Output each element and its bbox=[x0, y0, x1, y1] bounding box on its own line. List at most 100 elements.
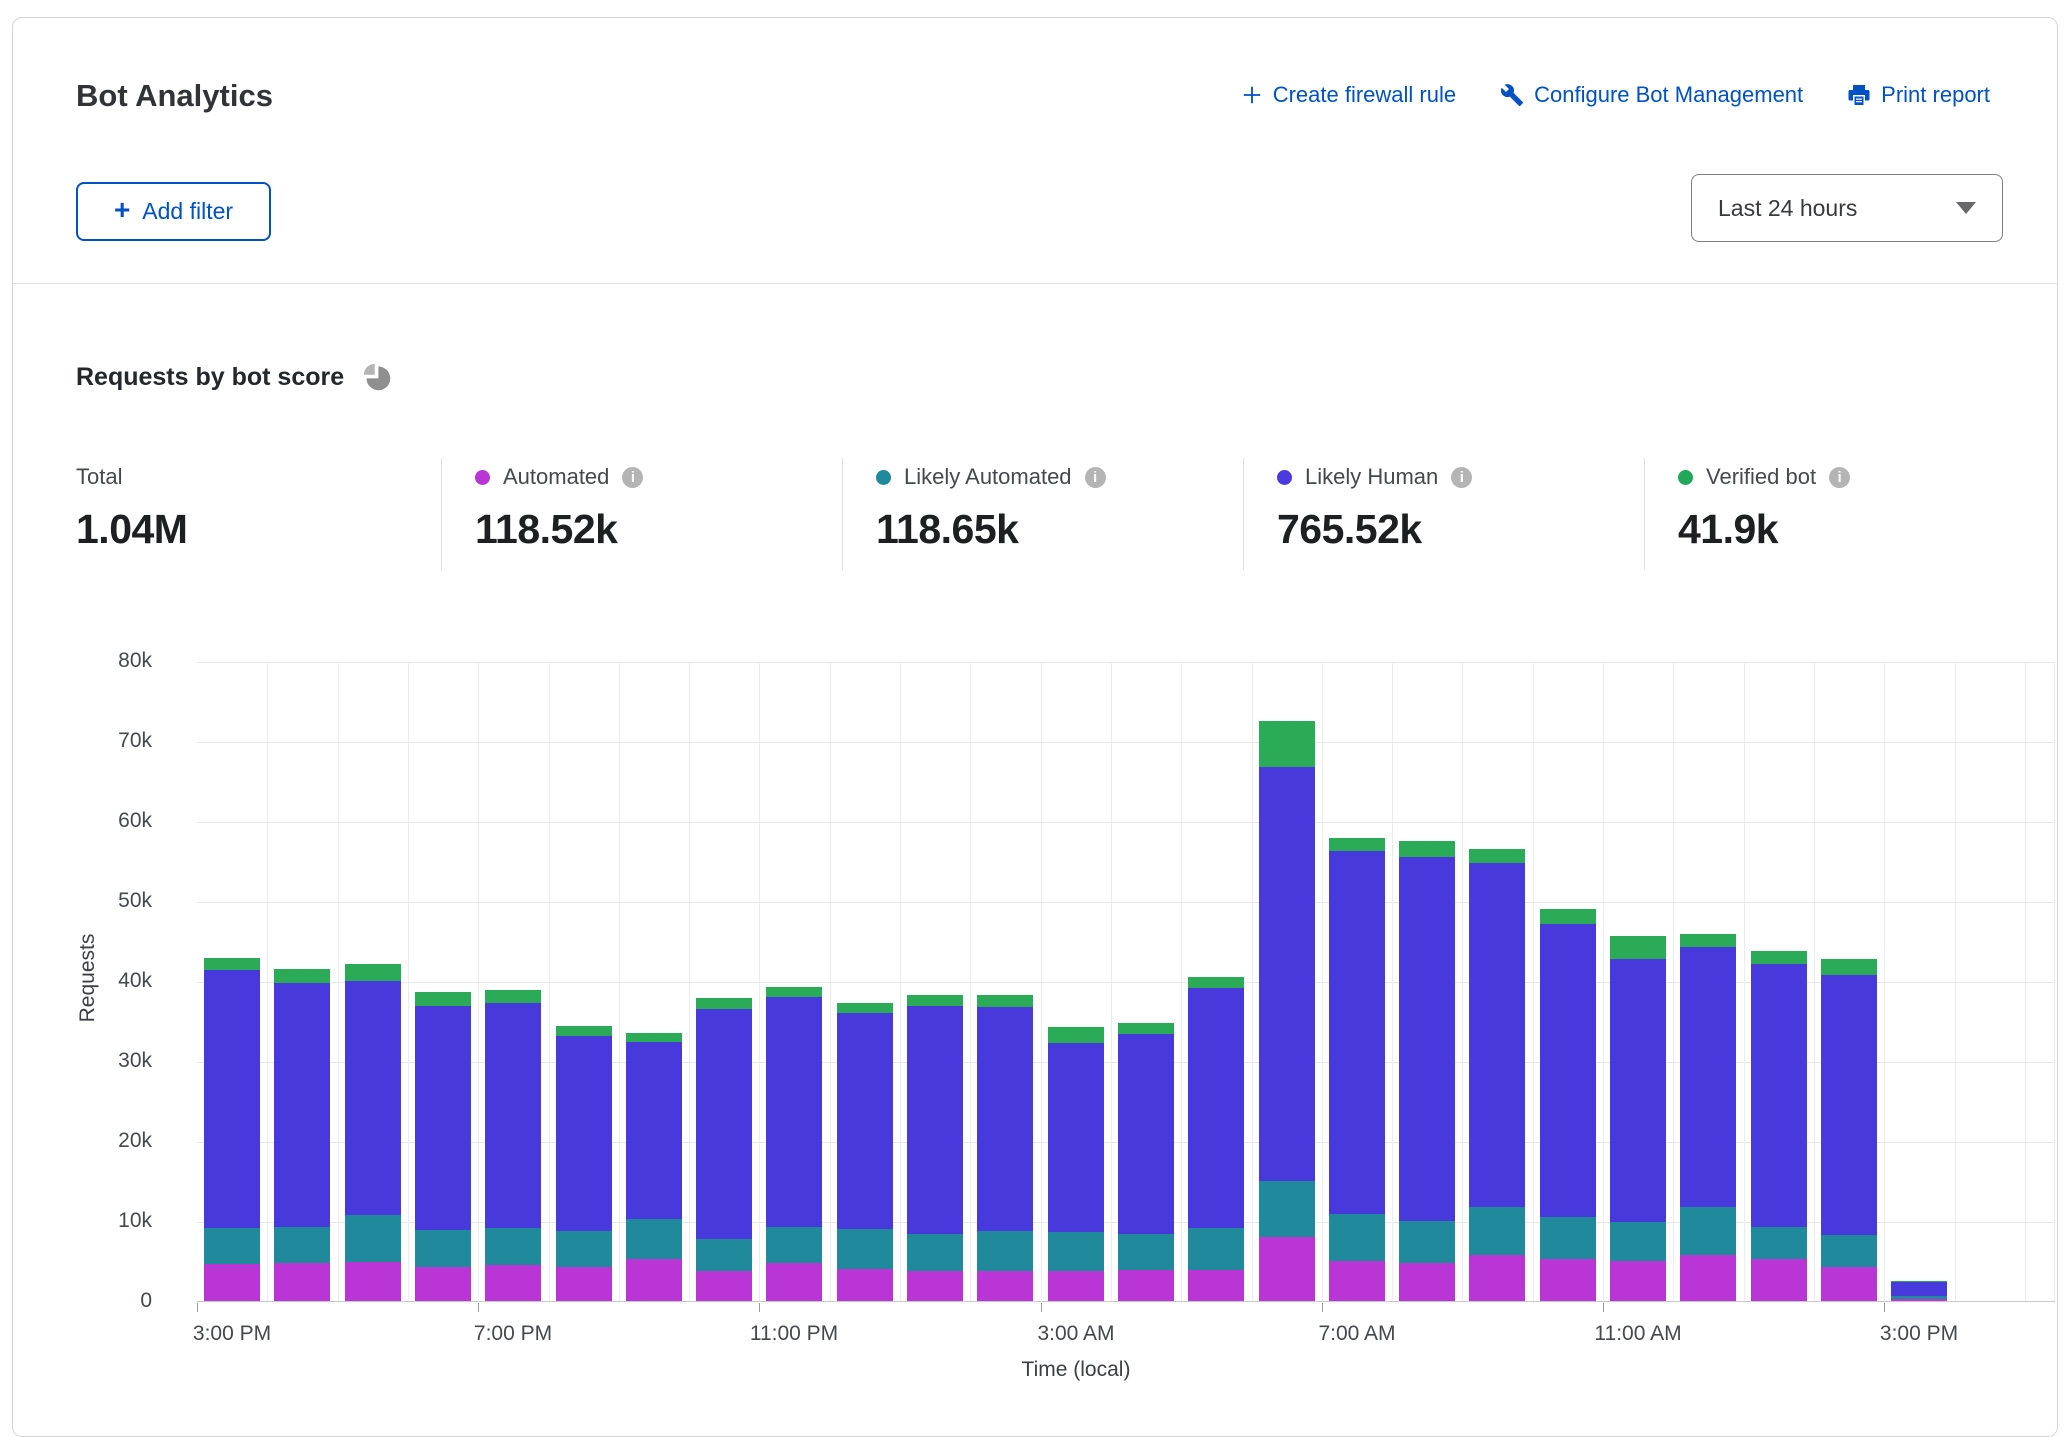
y-tick-label: 10k bbox=[57, 1209, 152, 1233]
bar-segment-likely-human bbox=[1751, 964, 1807, 1227]
stacked-bar-1000pm[interactable] bbox=[696, 998, 752, 1301]
gridline-vertical bbox=[900, 662, 901, 1301]
bar-segment-verified-bot bbox=[1048, 1027, 1104, 1042]
bar-segment-verified-bot bbox=[1680, 934, 1736, 948]
stat-label: Likely Human bbox=[1305, 464, 1438, 490]
info-icon[interactable]: i bbox=[1451, 467, 1472, 488]
stacked-bar-100am[interactable] bbox=[907, 995, 963, 1301]
stacked-bar-300am[interactable] bbox=[1048, 1027, 1104, 1301]
stacked-bar-200pm[interactable] bbox=[1821, 959, 1877, 1301]
stacked-bar-1100am[interactable] bbox=[1610, 936, 1666, 1301]
stacked-bar-1200am[interactable] bbox=[837, 1003, 893, 1301]
stat-likely-automated: Likely Automatedi118.65k bbox=[842, 458, 1243, 570]
bar-segment-likely-human bbox=[1680, 947, 1736, 1207]
gridline-vertical bbox=[619, 662, 620, 1301]
bar-segment-verified-bot bbox=[1610, 936, 1666, 959]
gridline-horizontal bbox=[197, 742, 2055, 743]
gridline-vertical bbox=[970, 662, 971, 1301]
x-tick-label: 3:00 AM bbox=[996, 1322, 1156, 1346]
x-tick-label: 3:00 PM bbox=[152, 1322, 312, 1346]
gridline-vertical bbox=[1603, 662, 1604, 1301]
bar-segment-likely-automated bbox=[977, 1231, 1033, 1271]
bar-segment-likely-human bbox=[1891, 1282, 1947, 1296]
bar-segment-likely-human bbox=[1821, 975, 1877, 1234]
bar-segment-automated bbox=[556, 1267, 612, 1301]
stacked-bar-700am[interactable] bbox=[1329, 838, 1385, 1301]
bar-segment-likely-automated bbox=[1751, 1227, 1807, 1258]
info-icon[interactable]: i bbox=[622, 467, 643, 488]
gridline-vertical bbox=[1533, 662, 1534, 1301]
x-tick-label: 11:00 PM bbox=[714, 1322, 874, 1346]
stacked-bar-400pm[interactable] bbox=[274, 969, 330, 1301]
bar-segment-likely-automated bbox=[1610, 1222, 1666, 1261]
gridline-vertical bbox=[1462, 662, 1463, 1301]
bar-segment-verified-bot bbox=[485, 990, 541, 1003]
legend-dot-icon bbox=[876, 470, 891, 485]
gridline-vertical bbox=[1814, 662, 1815, 1301]
stacked-bar-600pm[interactable] bbox=[415, 992, 471, 1301]
plus-icon: + bbox=[114, 196, 130, 224]
y-tick-label: 80k bbox=[57, 649, 152, 673]
stacked-bar-300pm[interactable] bbox=[204, 958, 260, 1301]
gridline-vertical bbox=[689, 662, 690, 1301]
bar-segment-verified-bot bbox=[1329, 838, 1385, 852]
bar-segment-likely-human bbox=[837, 1013, 893, 1229]
stacked-bar-1000am[interactable] bbox=[1540, 909, 1596, 1301]
stacked-bar-300pm[interactable] bbox=[1891, 1281, 1947, 1301]
wrench-icon bbox=[1500, 83, 1524, 107]
stacked-bar-100pm[interactable] bbox=[1751, 951, 1807, 1301]
stacked-bar-600am[interactable] bbox=[1259, 721, 1315, 1301]
stacked-bar-900pm[interactable] bbox=[626, 1033, 682, 1301]
bar-segment-likely-human bbox=[204, 970, 260, 1228]
bar-segment-automated bbox=[977, 1271, 1033, 1301]
y-tick-label: 60k bbox=[57, 809, 152, 833]
printer-icon bbox=[1847, 83, 1871, 107]
stacked-bar-200am[interactable] bbox=[977, 995, 1033, 1301]
time-range-select[interactable]: Last 24 hours bbox=[1691, 174, 2003, 242]
legend-dot-icon bbox=[475, 470, 490, 485]
bar-segment-verified-bot bbox=[1469, 849, 1525, 863]
legend-dot-icon bbox=[1277, 470, 1292, 485]
x-axis-title: Time (local) bbox=[996, 1358, 1156, 1382]
bar-segment-likely-automated bbox=[556, 1231, 612, 1268]
gridline-vertical bbox=[1111, 662, 1112, 1301]
stacked-bar-400am[interactable] bbox=[1118, 1023, 1174, 1301]
stacked-bar-500am[interactable] bbox=[1188, 977, 1244, 1301]
bar-segment-likely-human bbox=[345, 981, 401, 1215]
bar-segment-automated bbox=[1329, 1261, 1385, 1301]
print-report-link[interactable]: Print report bbox=[1847, 82, 1990, 108]
bar-segment-verified-bot bbox=[907, 995, 963, 1005]
bar-segment-likely-automated bbox=[1821, 1235, 1877, 1268]
bar-segment-verified-bot bbox=[977, 995, 1033, 1006]
bar-segment-automated bbox=[907, 1271, 963, 1301]
add-filter-button[interactable]: + Add filter bbox=[76, 182, 271, 241]
info-icon[interactable]: i bbox=[1829, 467, 1850, 488]
time-range-value: Last 24 hours bbox=[1718, 195, 1956, 222]
stacked-bar-800pm[interactable] bbox=[556, 1026, 612, 1301]
stat-automated: Automatedi118.52k bbox=[441, 458, 842, 570]
stacked-bar-1100pm[interactable] bbox=[766, 987, 822, 1301]
legend-dot-icon bbox=[1678, 470, 1693, 485]
bar-segment-likely-automated bbox=[485, 1228, 541, 1265]
y-tick-label: 0 bbox=[57, 1289, 152, 1313]
plot-right-edge bbox=[2054, 662, 2055, 1301]
info-icon[interactable]: i bbox=[1085, 467, 1106, 488]
y-tick-label: 40k bbox=[57, 969, 152, 993]
bar-segment-likely-automated bbox=[766, 1227, 822, 1263]
bar-segment-automated bbox=[415, 1267, 471, 1301]
configure-bot-management-link[interactable]: Configure Bot Management bbox=[1500, 82, 1803, 108]
stacked-bar-700pm[interactable] bbox=[485, 990, 541, 1301]
stacked-bar-500pm[interactable] bbox=[345, 964, 401, 1301]
bar-segment-likely-automated bbox=[1329, 1214, 1385, 1261]
bot-score-stacked-bar-chart[interactable] bbox=[197, 662, 2055, 1302]
stat-total: Total1.04M bbox=[76, 458, 441, 570]
bar-segment-verified-bot bbox=[1118, 1023, 1174, 1034]
bar-segment-automated bbox=[1188, 1270, 1244, 1301]
stacked-bar-800am[interactable] bbox=[1399, 841, 1455, 1301]
stat-label: Likely Automated bbox=[904, 464, 1072, 490]
bar-segment-verified-bot bbox=[1891, 1281, 1947, 1282]
stacked-bar-900am[interactable] bbox=[1469, 849, 1525, 1301]
create-firewall-rule-link[interactable]: Create firewall rule bbox=[1241, 82, 1456, 108]
bar-segment-likely-human bbox=[1118, 1034, 1174, 1234]
stacked-bar-1200pm[interactable] bbox=[1680, 934, 1736, 1301]
